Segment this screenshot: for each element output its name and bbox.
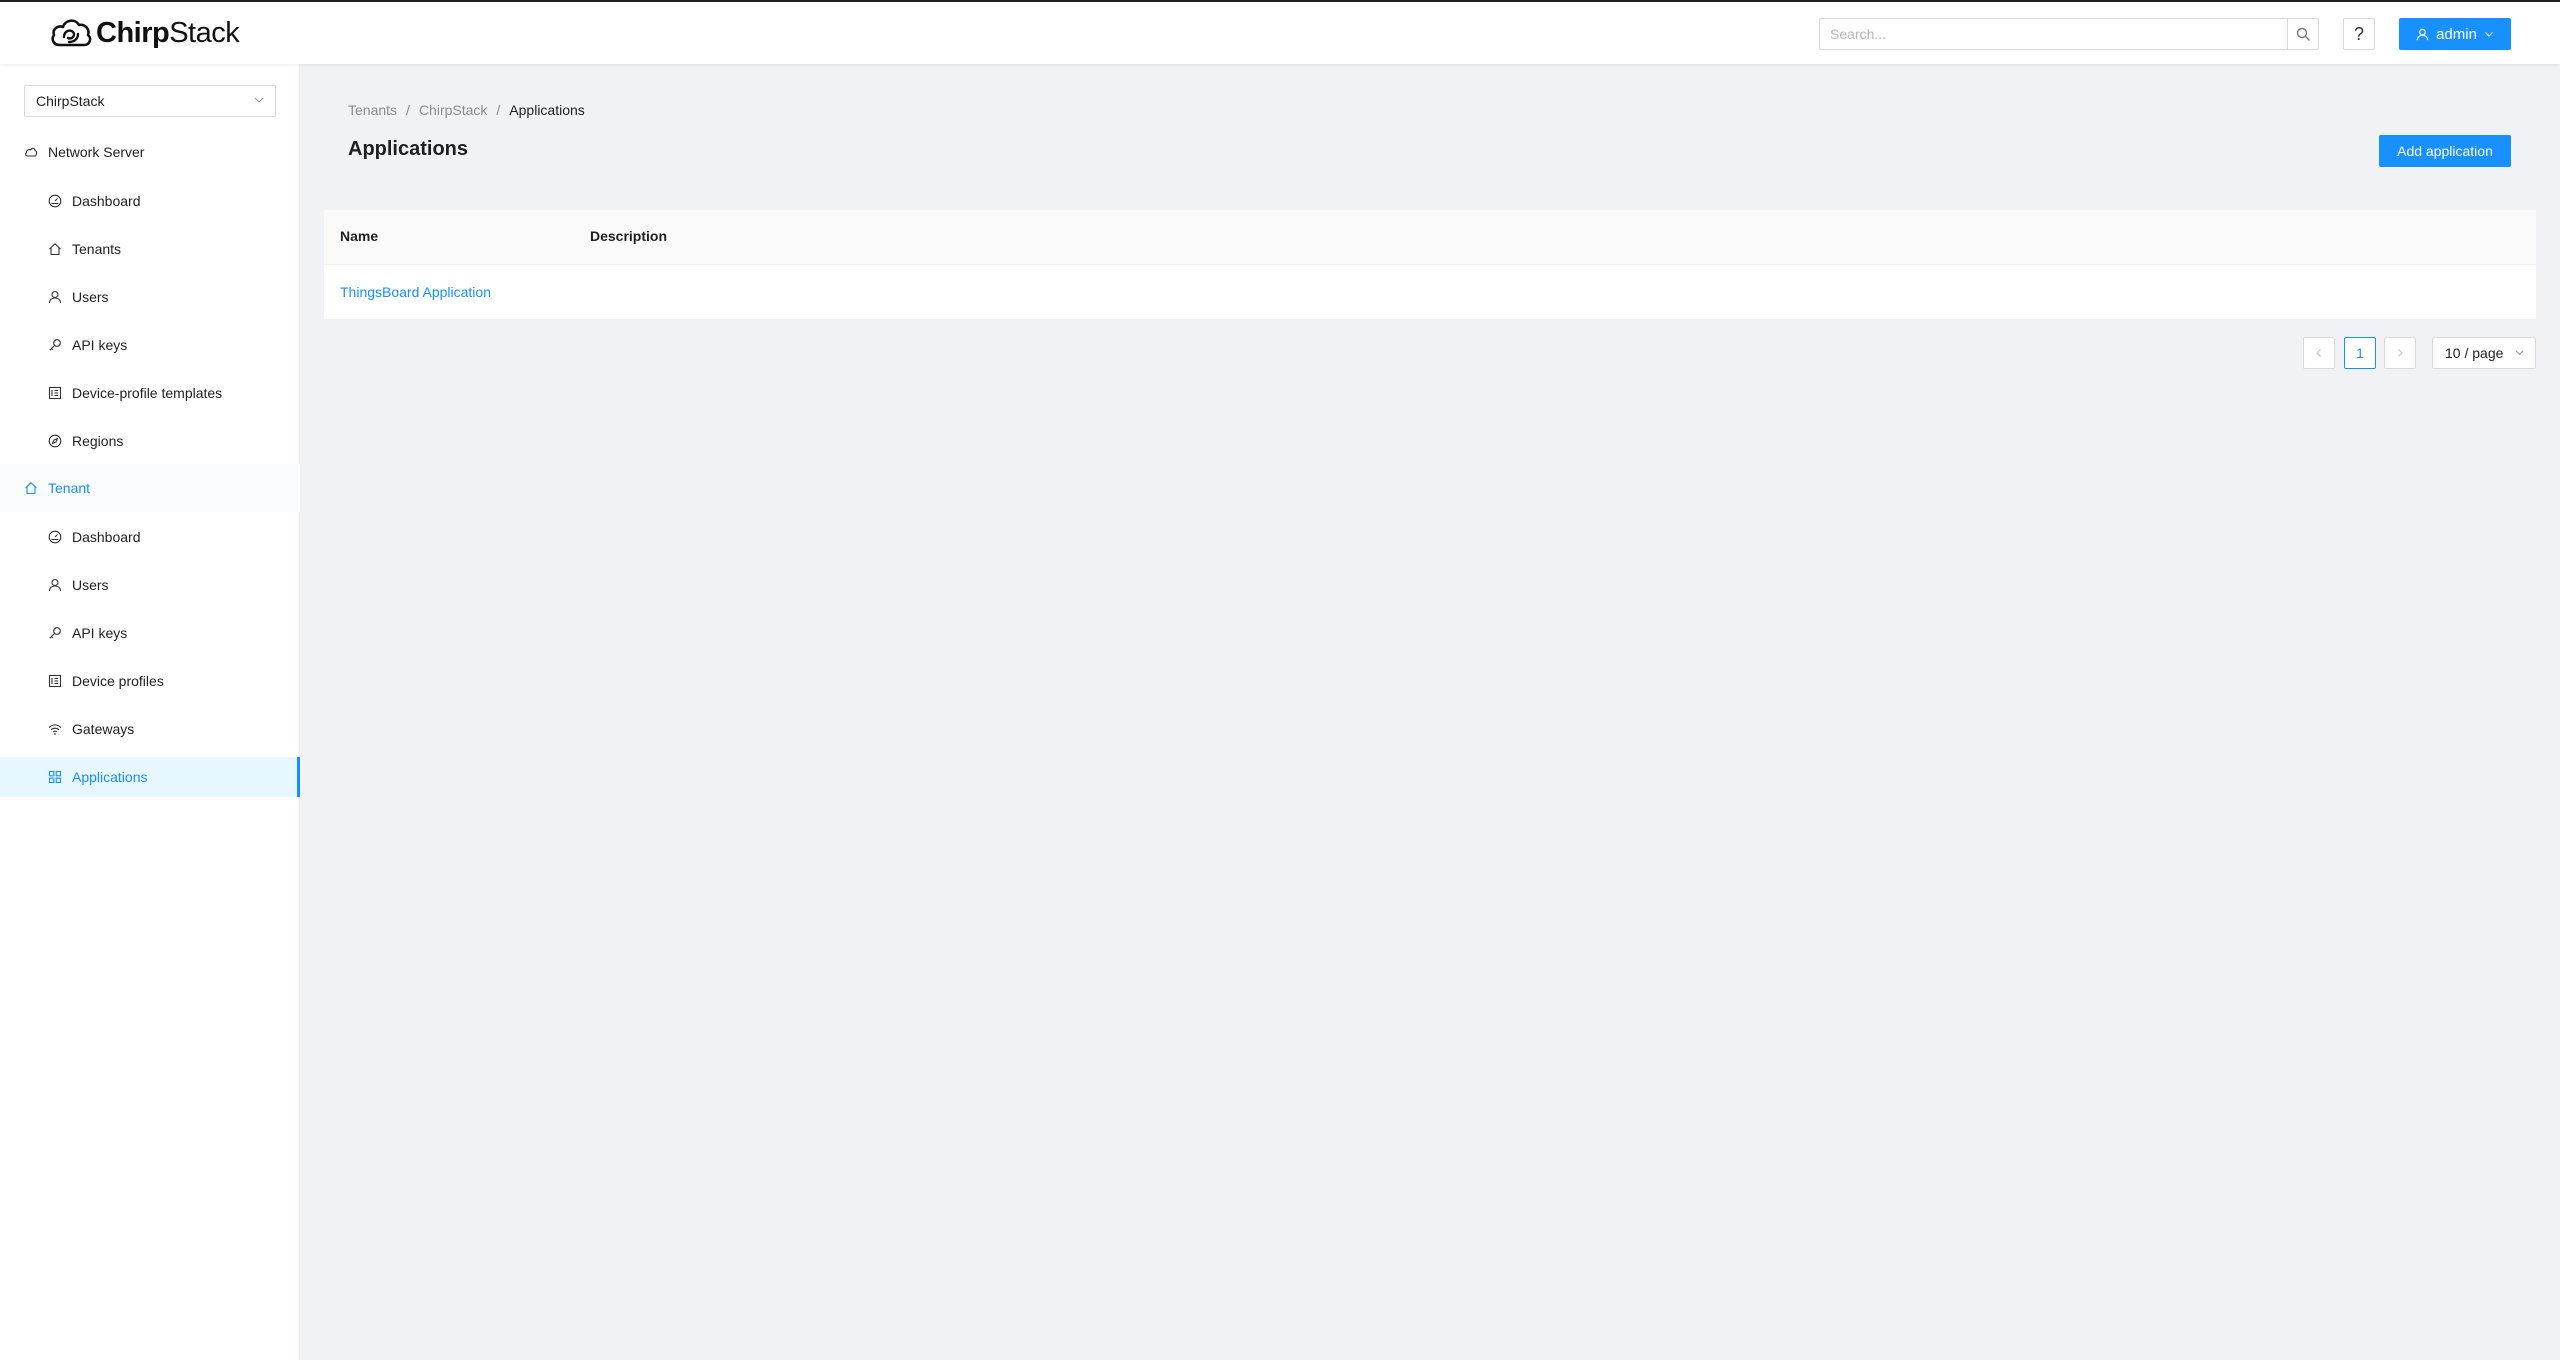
compass-icon (48, 434, 62, 448)
sidebar-item-label: Applications (72, 769, 148, 785)
chevron-down-icon (2484, 32, 2493, 37)
menu-group-network-server[interactable]: Network Server (0, 128, 300, 176)
sidebar-item-ns-api-keys[interactable]: API keys (0, 325, 300, 365)
sidebar-item-label: Dashboard (72, 529, 141, 545)
sidebar-item-label: Dashboard (72, 193, 141, 209)
top-header: ChirpStack ? admin (0, 0, 2560, 64)
page-size-select[interactable]: 10 / page (2432, 337, 2536, 369)
add-application-button[interactable]: Add application (2379, 135, 2511, 167)
sidebar-item-ns-device-profile-templates[interactable]: Device-profile templates (0, 373, 300, 413)
sidebar-item-tenant-dashboard[interactable]: Dashboard (0, 517, 300, 557)
chevron-down-icon (2515, 350, 2524, 356)
wifi-icon (48, 722, 62, 736)
search-icon (2296, 27, 2310, 41)
profile-icon (48, 674, 62, 688)
breadcrumb-separator: / (496, 102, 501, 118)
application-link[interactable]: ThingsBoard Application (340, 284, 491, 300)
breadcrumb-separator: / (406, 102, 410, 118)
table-header: Name Description (324, 210, 2536, 265)
sidebar-item-label: Device-profile templates (72, 385, 223, 401)
chevron-left-icon (2316, 349, 2321, 357)
home-icon (24, 481, 38, 495)
user-label: admin (2436, 25, 2477, 43)
sidebar-item-ns-dashboard[interactable]: Dashboard (0, 181, 300, 221)
sidebar-item-tenant-applications[interactable]: Applications (0, 757, 300, 797)
column-header-name[interactable]: Name (340, 228, 378, 244)
column-header-description[interactable]: Description (590, 228, 667, 244)
profile-icon (48, 386, 62, 400)
sidebar-item-label: Gateways (72, 721, 135, 737)
sidebar-item-label: Tenants (72, 241, 122, 257)
page-size-value: 10 / page (2445, 345, 2504, 361)
global-search (1819, 18, 2319, 50)
user-icon (48, 578, 62, 592)
breadcrumb: Tenants / ChirpStack / Applications (348, 102, 585, 118)
sidebar-item-tenant-api-keys[interactable]: API keys (0, 613, 300, 653)
sidebar-item-ns-regions[interactable]: Regions (0, 421, 300, 461)
home-icon (48, 242, 62, 256)
dashboard-icon (48, 530, 62, 544)
applications-table: Name Description ThingsBoard Application (324, 210, 2536, 320)
sidebar-item-ns-users[interactable]: Users (0, 277, 300, 317)
sidebar-item-tenant-users[interactable]: Users (0, 565, 300, 605)
help-icon: ? (2353, 23, 2364, 44)
cloud-logo-icon (51, 19, 92, 47)
breadcrumb-item-chirpstack[interactable]: ChirpStack (419, 102, 487, 118)
sidebar-item-tenant-device-profiles[interactable]: Device profiles (0, 661, 300, 701)
chevron-right-icon (2398, 349, 2403, 357)
tenant-select[interactable]: ChirpStack (24, 85, 276, 117)
menu-group-label: Network Server (48, 144, 145, 160)
user-menu-button[interactable]: admin (2399, 18, 2511, 50)
sidebar-item-label: Users (72, 577, 109, 593)
chevron-down-icon (254, 97, 264, 103)
logo-text-bold: Chirp (96, 16, 170, 49)
sidebar-item-label: Regions (72, 433, 124, 449)
sidebar-item-label: Users (72, 289, 109, 305)
sidebar-item-label: API keys (72, 337, 128, 353)
sidebar-item-ns-tenants[interactable]: Tenants (0, 229, 300, 269)
sidebar-item-label: Device profiles (72, 673, 164, 689)
tenant-select-value: ChirpStack (36, 93, 105, 109)
prev-page-button[interactable] (2303, 337, 2335, 369)
sidebar: ChirpStack Network Server Dashboard Tena… (0, 64, 300, 1360)
key-icon (48, 626, 62, 640)
dashboard-icon (48, 194, 62, 208)
search-input[interactable] (1819, 18, 2287, 50)
logo-text-regular: Stack (169, 16, 240, 49)
cloud-icon (24, 145, 38, 159)
breadcrumb-item-tenants[interactable]: Tenants (348, 102, 397, 118)
help-button[interactable]: ? (2343, 18, 2375, 50)
next-page-button[interactable] (2384, 337, 2416, 369)
sidebar-item-label: API keys (72, 625, 128, 641)
appstore-icon (48, 770, 62, 784)
search-button[interactable] (2287, 18, 2319, 50)
user-icon (2416, 28, 2429, 40)
sidebar-item-tenant-gateways[interactable]: Gateways (0, 709, 300, 749)
page-number-current[interactable]: 1 (2344, 337, 2376, 369)
table-row: ThingsBoard Application (324, 265, 2536, 320)
menu-group-label: Tenant (48, 480, 91, 496)
user-icon (48, 290, 62, 304)
menu-group-tenant[interactable]: Tenant (0, 464, 300, 512)
chirpstack-logo[interactable]: ChirpStack (48, 14, 240, 52)
page-title: Applications (348, 138, 469, 160)
breadcrumb-item-applications: Applications (509, 102, 585, 118)
key-icon (48, 338, 62, 352)
